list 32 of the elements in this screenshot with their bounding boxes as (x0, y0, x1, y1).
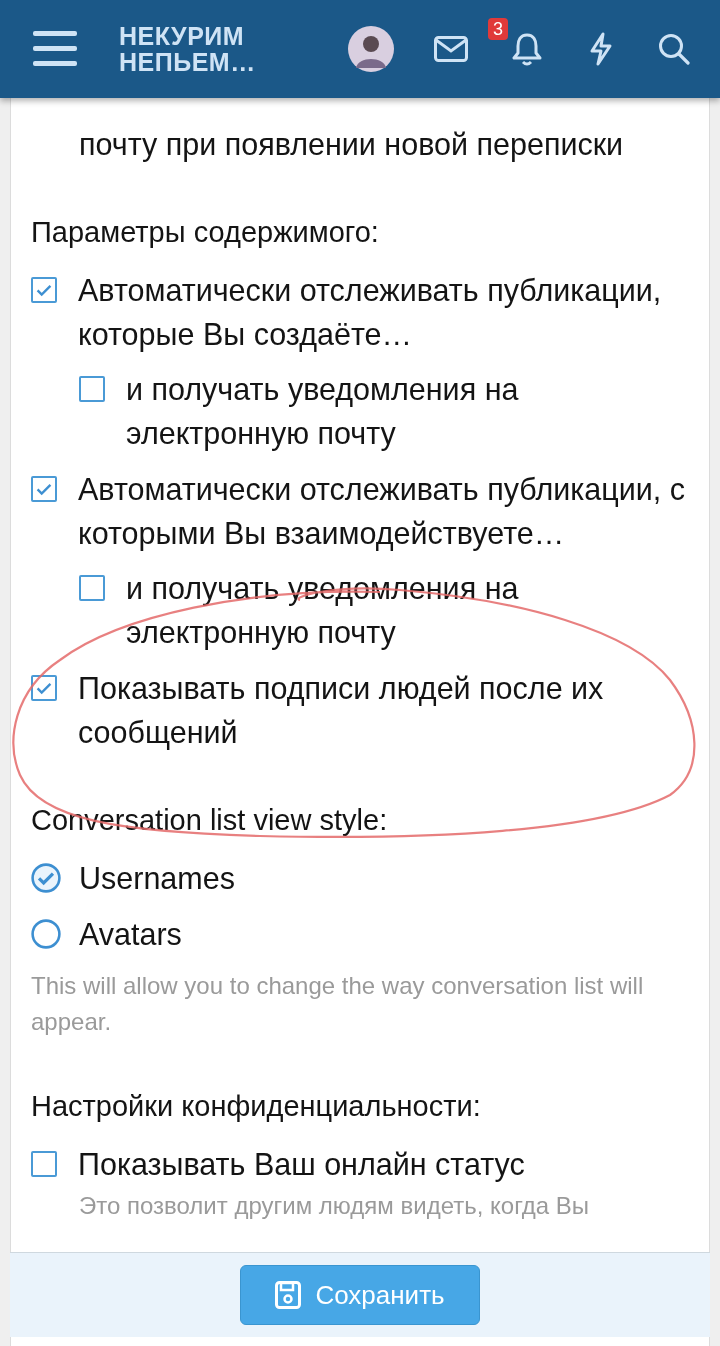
mail-icon[interactable] (434, 36, 468, 62)
hint-text: This will allow you to change the way conversation list will appear. (31, 971, 645, 1037)
bell-icon[interactable] (512, 32, 542, 66)
option-label: Показывать подписи людей после их сообщений (78, 670, 605, 752)
option-label: и получать уведомления на электронную почту (126, 570, 520, 652)
option-label: почту при появлении новой переписки (79, 126, 624, 164)
lightning-icon[interactable] (588, 32, 614, 66)
option-label: и получать уведомления на электронную почту (126, 371, 520, 453)
checkbox[interactable] (31, 476, 57, 502)
option-label: Avatars (79, 916, 182, 953)
section-heading: Conversation list view style: (31, 803, 389, 838)
checkbox[interactable] (79, 575, 105, 601)
notification-badge: 3 (488, 18, 508, 40)
option-label: Автоматически отслеживать публикации, которые Вы создаёте… (78, 272, 663, 354)
option-label: Usernames (79, 860, 235, 897)
save-icon (275, 1281, 302, 1309)
radio-button[interactable] (31, 863, 61, 893)
checkbox[interactable] (79, 376, 105, 402)
search-icon[interactable] (658, 33, 690, 65)
radio-button[interactable] (31, 919, 61, 949)
avatar[interactable] (348, 26, 394, 72)
checkbox[interactable] (31, 1151, 57, 1177)
logo-text[interactable]: НЕПЬЕМ… (119, 49, 256, 75)
section-heading: Параметры содержимого: (31, 215, 380, 250)
option-label: Автоматически отслеживать публикации, с которыми Вы взаимодействуете… (78, 471, 686, 553)
menu-icon[interactable] (33, 31, 77, 67)
section-heading: Настройки конфиденциальности: (31, 1089, 482, 1124)
hint-text: Это позволит другим людям видеть, когда Вы (79, 1191, 591, 1221)
option-label: Показывать Ваш онлайн статус (78, 1146, 525, 1184)
logo-text[interactable]: НЕКУРИМ (119, 23, 256, 49)
checkbox[interactable] (31, 277, 57, 303)
checkbox[interactable] (31, 675, 57, 701)
